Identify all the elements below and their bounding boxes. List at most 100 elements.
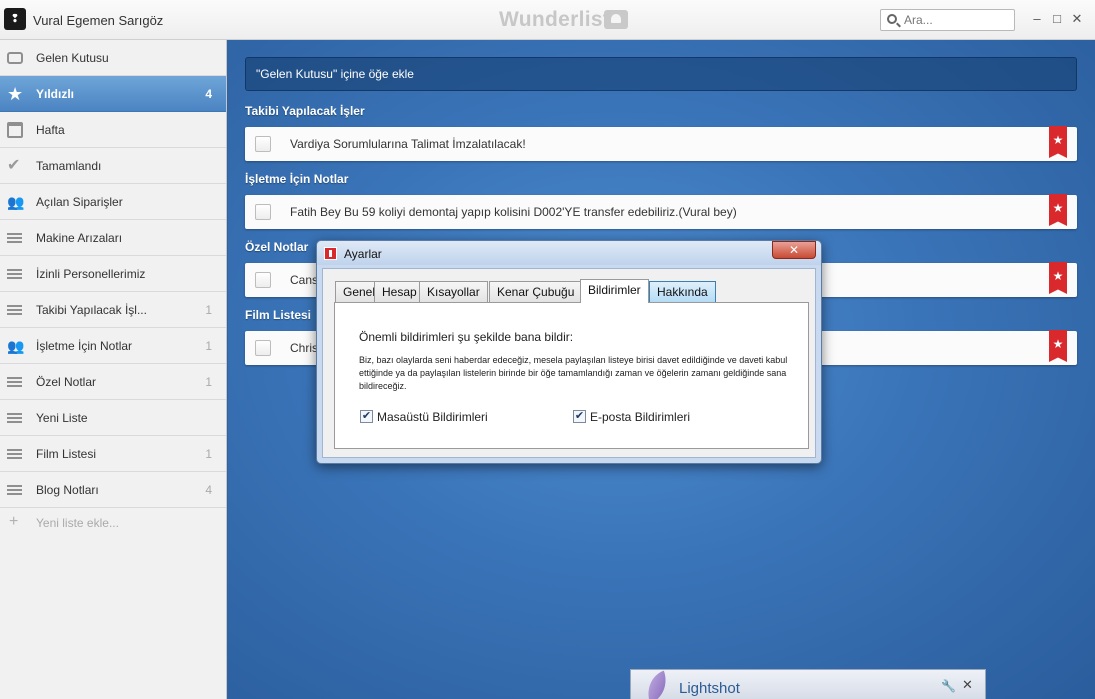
sidebar-item-count: 4 bbox=[205, 483, 212, 497]
add-task-input[interactable] bbox=[256, 66, 1056, 82]
task-checkbox[interactable] bbox=[255, 340, 271, 356]
sidebar-item-completed[interactable]: ✔ Tamamlandı bbox=[0, 148, 226, 184]
sidebar-item-private-notes[interactable]: Özel Notlar 1 bbox=[0, 364, 226, 400]
desktop-notifications-checkbox[interactable]: ✔ Masaüstü Bildirimleri bbox=[360, 409, 500, 425]
sidebar-item-staff-on-leave[interactable]: İzinli Personellerimiz bbox=[0, 256, 226, 292]
tab-about[interactable]: Hakkında bbox=[649, 281, 716, 302]
username[interactable]: Vural Egemen Sarıgöz bbox=[33, 13, 163, 28]
sidebar-item-open-orders[interactable]: 👥 Açılan Siparişler bbox=[0, 184, 226, 220]
star-icon: ★ bbox=[7, 84, 24, 104]
wrench-icon[interactable]: 🔧 bbox=[941, 679, 956, 693]
star-flag-icon[interactable]: ★ bbox=[1049, 262, 1067, 294]
lightshot-title: Lightshot bbox=[679, 680, 740, 697]
dialog-close-button[interactable]: ✕ bbox=[772, 241, 816, 259]
task-checkbox[interactable] bbox=[255, 272, 271, 288]
section-title: Özel Notlar bbox=[245, 240, 309, 254]
sidebar-item-blog-notes[interactable]: Blog Notları 4 bbox=[0, 472, 226, 508]
sidebar-item-film-list[interactable]: Film Listesi 1 bbox=[0, 436, 226, 472]
list-icon bbox=[7, 446, 23, 462]
star-flag-icon[interactable]: ★ bbox=[1049, 194, 1067, 226]
user-avatar[interactable]: ❢ bbox=[4, 8, 26, 30]
sidebar-item-new-list[interactable]: Yeni Liste bbox=[0, 400, 226, 436]
dialog-title-bar[interactable]: Ayarlar ✕ bbox=[317, 241, 821, 265]
checkbox-tick-icon[interactable]: ✔ bbox=[573, 410, 586, 423]
task-title[interactable]: Chris bbox=[290, 341, 318, 355]
sidebar-item-count: 1 bbox=[205, 339, 212, 353]
tab-shortcuts[interactable]: Kısayollar bbox=[419, 281, 488, 302]
list-icon bbox=[7, 266, 23, 282]
add-list-button[interactable]: + Yeni liste ekle... bbox=[0, 512, 226, 536]
search-input[interactable] bbox=[904, 12, 1012, 28]
sidebar-item-inbox[interactable]: Gelen Kutusu bbox=[0, 40, 226, 76]
users-icon: 👥 bbox=[7, 338, 25, 354]
notification-bell-icon[interactable] bbox=[604, 10, 628, 29]
sidebar-item-label: Tamamlandı bbox=[36, 159, 102, 173]
section-title: Takibi Yapılacak İşler bbox=[245, 104, 365, 118]
sidebar-item-count: 1 bbox=[205, 375, 212, 389]
list-icon bbox=[7, 302, 23, 318]
sidebar-item-label: Yeni Liste bbox=[36, 411, 88, 425]
sidebar-item-week[interactable]: Hafta bbox=[0, 112, 226, 148]
app-logo: Wunderlist bbox=[499, 8, 611, 31]
search-icon bbox=[887, 14, 897, 24]
minimize-button[interactable]: – bbox=[1029, 11, 1045, 27]
list-icon bbox=[7, 374, 23, 390]
settings-dialog: Ayarlar ✕ Genel Hesap Kısayollar Kenar Ç… bbox=[316, 240, 822, 464]
calendar-icon bbox=[7, 122, 23, 138]
notifications-heading: Önemli bildirimleri şu şekilde bana bild… bbox=[359, 330, 574, 344]
sidebar-item-label: Blog Notları bbox=[36, 483, 99, 497]
task-title[interactable]: Vardiya Sorumlularına Talimat İmzalatıla… bbox=[290, 137, 526, 151]
task-title[interactable]: Fatih Bey Bu 59 koliyi demontaj yapıp ko… bbox=[290, 205, 737, 219]
sidebar-item-label: Gelen Kutusu bbox=[36, 51, 109, 65]
sidebar-item-starred[interactable]: ★ Yıldızlı 4 bbox=[0, 76, 226, 112]
sidebar-item-label: İzinli Personellerimiz bbox=[36, 267, 146, 281]
sidebar-item-label: İşletme İçin Notlar bbox=[36, 339, 133, 353]
task-title[interactable]: Cans bbox=[290, 273, 318, 287]
checkbox-label[interactable]: E-posta Bildirimleri bbox=[590, 410, 690, 424]
star-flag-icon[interactable]: ★ bbox=[1049, 126, 1067, 158]
tab-sidebar[interactable]: Kenar Çubuğu bbox=[489, 281, 583, 302]
add-list-label: Yeni liste ekle... bbox=[36, 516, 119, 530]
sidebar-item-label: Hafta bbox=[36, 123, 65, 137]
sidebar-item-business-notes[interactable]: 👥 İşletme İçin Notlar 1 bbox=[0, 328, 226, 364]
task-row[interactable]: Fatih Bey Bu 59 koliyi demontaj yapıp ko… bbox=[245, 194, 1077, 229]
sidebar-item-count: 1 bbox=[205, 447, 212, 461]
sidebar-item-count: 1 bbox=[205, 303, 212, 317]
plus-icon: + bbox=[9, 513, 19, 530]
sidebar-item-label: Makine Arızaları bbox=[36, 231, 123, 245]
tab-account[interactable]: Hesap bbox=[374, 281, 425, 302]
check-icon: ✔ bbox=[7, 157, 21, 174]
task-row[interactable]: Vardiya Sorumlularına Talimat İmzalatıla… bbox=[245, 126, 1077, 161]
task-checkbox[interactable] bbox=[255, 204, 271, 220]
users-icon: 👥 bbox=[7, 194, 25, 210]
checkbox-label[interactable]: Masaüstü Bildirimleri bbox=[377, 410, 488, 424]
dialog-body: Genel Hesap Kısayollar Kenar Çubuğu Bild… bbox=[322, 268, 816, 458]
section-title: Film Listesi bbox=[245, 308, 312, 322]
checkbox-tick-icon[interactable]: ✔ bbox=[360, 410, 373, 423]
add-task-bar[interactable] bbox=[245, 57, 1077, 91]
close-window-button[interactable]: ✕ bbox=[1069, 11, 1085, 27]
star-flag-icon[interactable]: ★ bbox=[1049, 330, 1067, 362]
sidebar-item-label: Özel Notlar bbox=[36, 375, 97, 389]
search-box[interactable] bbox=[880, 9, 1015, 31]
email-notifications-checkbox[interactable]: ✔ E-posta Bildirimleri bbox=[573, 409, 703, 425]
section-title: İşletme İçin Notlar bbox=[245, 172, 349, 186]
notifications-description: Biz, bazı olaylarda seni haberdar edeceğ… bbox=[359, 355, 788, 391]
sidebar-item-label: Takibi Yapılacak İşl... bbox=[36, 303, 147, 317]
title-bar: ❢ Vural Egemen Sarıgöz Wunderlist – □ ✕ bbox=[0, 0, 1095, 40]
sidebar-item-label: Film Listesi bbox=[36, 447, 97, 461]
list-icon bbox=[7, 230, 23, 246]
sidebar-item-label: Açılan Siparişler bbox=[36, 195, 123, 209]
task-checkbox[interactable] bbox=[255, 136, 271, 152]
sidebar-item-label: Yıldızlı bbox=[36, 87, 75, 101]
sidebar-item-machine-faults[interactable]: Makine Arızaları bbox=[0, 220, 226, 256]
feather-icon bbox=[641, 670, 673, 699]
lightshot-close-button[interactable]: ✕ bbox=[962, 677, 973, 693]
tab-notifications[interactable]: Bildirimler bbox=[580, 279, 649, 303]
sidebar: Gelen Kutusu ★ Yıldızlı 4 Hafta ✔ Tamaml… bbox=[0, 40, 227, 699]
maximize-button[interactable]: □ bbox=[1049, 11, 1065, 27]
notifications-panel: Önemli bildirimleri şu şekilde bana bild… bbox=[334, 302, 809, 449]
inbox-icon bbox=[7, 52, 23, 64]
list-icon bbox=[7, 482, 23, 498]
sidebar-item-follow-up[interactable]: Takibi Yapılacak İşl... 1 bbox=[0, 292, 226, 328]
